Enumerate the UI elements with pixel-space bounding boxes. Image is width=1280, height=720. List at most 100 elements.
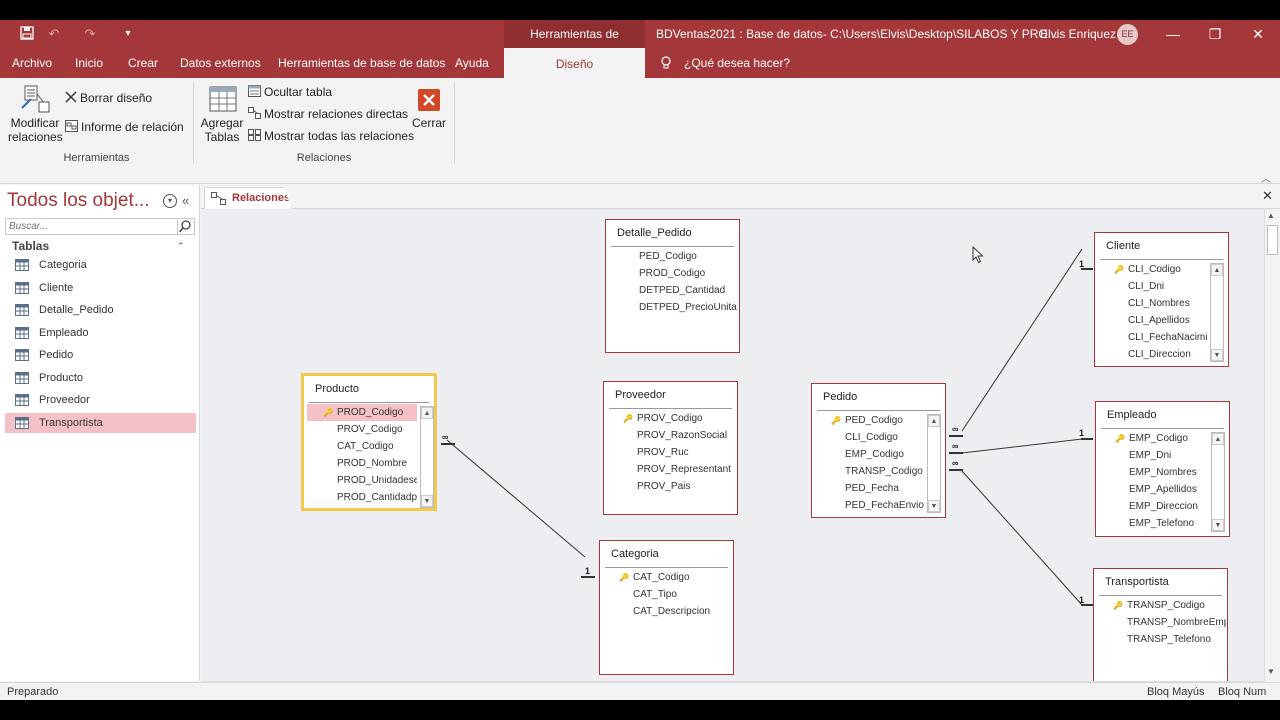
table-field[interactable]: CLI_Codigo	[815, 429, 924, 446]
table-field[interactable]: CLI_Nombres	[1098, 295, 1207, 312]
table-empleado[interactable]: Empleado 🔑 EMP_Codigo EMP_Dni EMP_Nombres EMP…	[1095, 401, 1230, 537]
close-document-icon[interactable]: ✕	[1262, 188, 1273, 204]
table-title[interactable]: Pedido	[823, 391, 857, 403]
table-field-scrollbar[interactable]: ▲ ▼	[927, 414, 941, 513]
nav-search-input[interactable]	[5, 218, 178, 235]
table-pedido[interactable]: Pedido 🔑 PED_Codigo CLI_Codigo EMP_Codigo TRA…	[811, 383, 946, 518]
table-field[interactable]: PROV_Pais	[607, 478, 736, 495]
scroll-up-icon[interactable]: ▲	[1211, 264, 1223, 276]
table-title[interactable]: Categoria	[611, 548, 659, 560]
tab-ayuda[interactable]: Ayuda	[455, 48, 489, 78]
nav-item-transportista[interactable]: Transportista	[5, 412, 196, 433]
tab-archivo[interactable]: Archivo	[12, 48, 52, 78]
scroll-down-icon[interactable]: ▼	[1212, 519, 1224, 531]
vertical-scroll-thumb[interactable]	[1267, 225, 1278, 255]
table-title[interactable]: Proveedor	[615, 389, 666, 401]
nav-pane-title[interactable]: Todos los objet...	[7, 190, 150, 212]
scroll-up-icon[interactable]: ▲	[1212, 433, 1224, 445]
tab-crear[interactable]: Crear	[128, 48, 158, 78]
table-field[interactable]: PROV_RazonSocial	[607, 427, 736, 444]
table-field[interactable]: CAT_Codigo	[307, 438, 417, 455]
user-name[interactable]: Elvis Enriquez	[1040, 20, 1116, 48]
nav-item-producto[interactable]: Producto	[5, 368, 196, 388]
tab-datos-externos[interactable]: Datos externos	[180, 48, 261, 78]
undo-icon[interactable]: ↶	[46, 26, 62, 42]
minimize-icon[interactable]: —	[1153, 20, 1193, 48]
table-title[interactable]: Cliente	[1106, 240, 1140, 252]
nav-item-empleado[interactable]: Empleado	[5, 323, 196, 343]
table-detalle-pedido[interactable]: Detalle_Pedido PED_Codigo PROD_Codigo DETPE…	[605, 219, 740, 353]
table-field-scrollbar[interactable]: ▲ ▼	[1211, 432, 1225, 532]
table-field[interactable]: PROD_Cantidadp	[307, 489, 417, 506]
table-field[interactable]: 🔑 PROV_Codigo	[607, 410, 736, 427]
scroll-up-icon[interactable]: ▲	[1267, 211, 1275, 220]
table-field[interactable]: PROD_Nombre	[307, 455, 417, 472]
save-icon[interactable]	[19, 26, 35, 42]
tab-inicio[interactable]: Inicio	[75, 48, 103, 78]
scroll-down-icon[interactable]: ▼	[1211, 349, 1223, 361]
modify-relations-button[interactable]: Modificar relaciones	[8, 84, 63, 144]
table-field-scrollbar[interactable]: ▲ ▼	[1210, 263, 1224, 362]
table-field[interactable]: TRANSP_NombreEmp	[1097, 614, 1226, 631]
table-field[interactable]: 🔑 EMP_Codigo	[1099, 430, 1208, 447]
relationship-line-pedido-cliente[interactable]	[961, 248, 1083, 432]
table-field[interactable]: PROV_Ruc	[607, 444, 736, 461]
scroll-down-icon[interactable]: ▼	[928, 500, 940, 512]
table-field[interactable]: PED_Codigo	[609, 248, 738, 265]
nav-item-pedido[interactable]: Pedido	[5, 345, 196, 365]
redo-icon[interactable]: ↷	[82, 26, 98, 42]
table-field[interactable]: 🔑 PROD_Codigo	[307, 404, 417, 421]
table-title[interactable]: Transportista	[1105, 576, 1169, 588]
nav-section-header[interactable]: Tablas	[12, 239, 49, 253]
relation-report-button[interactable]: Informe de relación	[65, 117, 184, 137]
tab-diseno[interactable]: Diseño	[504, 48, 645, 78]
nav-item-detalle-pedido[interactable]: Detalle_Pedido	[5, 300, 196, 320]
table-field[interactable]: EMP_Dni	[1099, 447, 1208, 464]
show-all-relations-button[interactable]: Mostrar todas las relaciones	[248, 126, 414, 146]
table-field[interactable]: CLI_Apellidos	[1098, 312, 1207, 329]
table-field[interactable]: PROD_Unidadesen	[307, 472, 417, 489]
relationship-line-producto-categoria[interactable]	[446, 439, 586, 558]
table-cliente[interactable]: Cliente 🔑 CLI_Codigo CLI_Dni CLI_Nombres CLI_…	[1094, 232, 1229, 367]
scroll-down-icon[interactable]: ▼	[421, 495, 433, 507]
relationship-line-pedido-transportista[interactable]	[961, 470, 1083, 606]
table-field[interactable]: CAT_Descripcion	[603, 603, 732, 620]
table-field[interactable]: EMP_Telefono	[1099, 515, 1208, 532]
table-field[interactable]: CLI_FechaNacimie	[1098, 329, 1207, 346]
scroll-up-icon[interactable]: ▲	[928, 415, 940, 427]
table-field[interactable]: EMP_Nombres	[1099, 464, 1208, 481]
table-field[interactable]: 🔑 CLI_Codigo	[1098, 261, 1207, 278]
restore-icon[interactable]: ❐	[1195, 20, 1235, 48]
table-field[interactable]: 🔑 PED_Codigo	[815, 412, 924, 429]
table-field[interactable]: PROV_Representant	[607, 461, 736, 478]
table-field[interactable]: CAT_Tipo	[603, 586, 732, 603]
table-title[interactable]: Producto	[315, 383, 359, 395]
table-field[interactable]: TRANSP_Codigo	[815, 463, 924, 480]
nav-item-proveedor[interactable]: Proveedor	[5, 390, 196, 410]
table-field[interactable]: EMP_Apellidos	[1099, 481, 1208, 498]
show-direct-relations-button[interactable]: Mostrar relaciones directas	[248, 104, 408, 124]
relationships-canvas[interactable]: ∞ 1 ∞ ∞ ∞ 1 1 1 Detalle_Pedido PED_Codigo…	[201, 209, 1264, 681]
relationship-line-pedido-empleado[interactable]	[961, 438, 1083, 454]
table-title[interactable]: Detalle_Pedido	[617, 227, 692, 239]
table-field[interactable]: CLI_Dni	[1098, 278, 1207, 295]
add-tables-button[interactable]: Agregar Tablas	[200, 84, 244, 144]
close-window-icon[interactable]: ✕	[1238, 20, 1278, 48]
shutter-bar-icon[interactable]: «	[182, 193, 189, 208]
table-field[interactable]: TRANSP_Telefono	[1097, 631, 1226, 648]
table-field[interactable]: DETPED_PrecioUnita	[609, 299, 738, 316]
scroll-down-icon[interactable]: ▼	[1267, 667, 1275, 676]
table-field[interactable]: 🔑 TRANSP_Codigo	[1097, 597, 1226, 614]
avatar[interactable]: EE	[1117, 24, 1138, 45]
table-field[interactable]: PROD_Codigo	[609, 265, 738, 282]
table-field[interactable]: DETPED_Cantidad	[609, 282, 738, 299]
nav-menu-icon[interactable]: ▾	[163, 194, 177, 208]
table-field-scrollbar[interactable]: ▲ ▼	[420, 406, 434, 508]
table-field[interactable]: EMP_Codigo	[815, 446, 924, 463]
table-transportista[interactable]: Transportista 🔑 TRANSP_Codigo TRANSP_Nombre…	[1093, 568, 1228, 681]
table-field[interactable]: PED_Fecha	[815, 480, 924, 497]
table-field[interactable]: PED_FechaEnvio	[815, 497, 924, 514]
clear-layout-button[interactable]: Borrar diseño	[65, 88, 152, 108]
table-field[interactable]: PROV_Codigo	[307, 421, 417, 438]
collapse-section-icon[interactable]: ⌃	[177, 241, 185, 252]
